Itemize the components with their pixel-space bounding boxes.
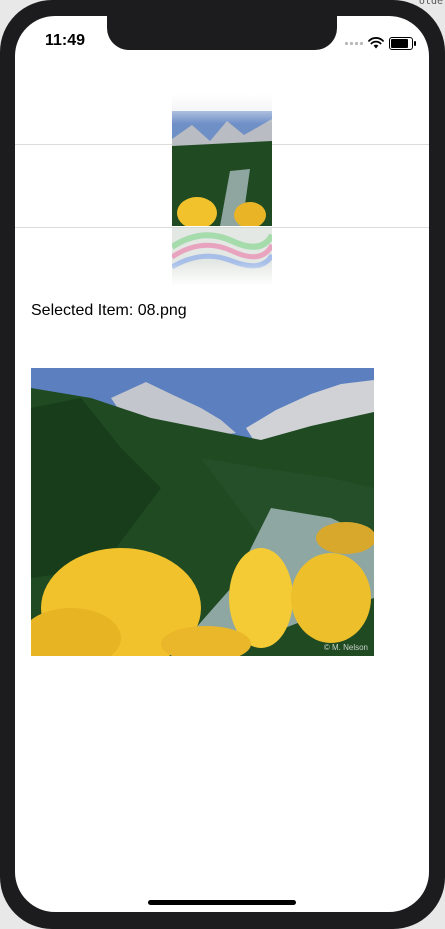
picker-fade-top bbox=[172, 94, 272, 124]
image-watermark: © M. Nelson bbox=[323, 643, 368, 652]
cellular-signal-icon bbox=[345, 41, 363, 45]
home-indicator[interactable] bbox=[148, 900, 296, 905]
status-icons bbox=[345, 36, 416, 50]
picker-fade-bottom bbox=[172, 262, 272, 286]
battery-icon bbox=[389, 36, 416, 50]
wifi-icon bbox=[368, 37, 384, 49]
picker-item-selected[interactable] bbox=[172, 111, 272, 226]
phone-frame: 11:49 Selected Item: 08.png © M. Nelson bbox=[0, 0, 445, 929]
selected-item-label: Selected Item: 08.png bbox=[31, 302, 187, 319]
notch bbox=[107, 16, 337, 50]
image-picker[interactable] bbox=[15, 94, 429, 286]
phone-screen: 11:49 Selected Item: 08.png © M. Nelson bbox=[15, 16, 429, 912]
selected-image: © M. Nelson bbox=[31, 368, 374, 656]
background-corner-text: olde bbox=[418, 0, 443, 7]
status-time: 11:49 bbox=[45, 32, 86, 49]
